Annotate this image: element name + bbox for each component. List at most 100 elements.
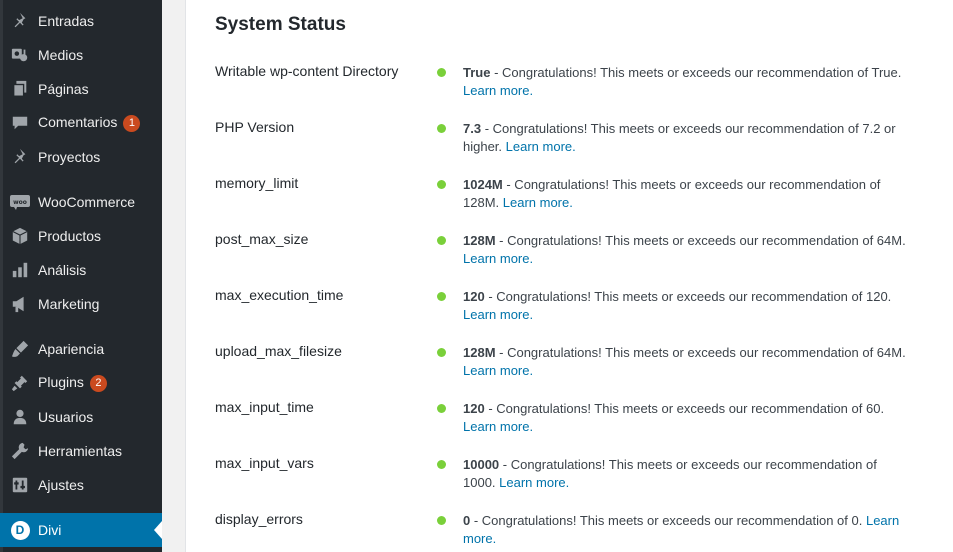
plugin-update-badge: 2	[89, 375, 107, 392]
learn-more-link[interactable]: Learn more.	[503, 195, 573, 210]
status-key: max_input_vars	[215, 455, 314, 471]
learn-more-link[interactable]: Learn more.	[463, 307, 533, 322]
comment-icon	[10, 113, 30, 133]
sidebar-item-proyectos[interactable]: Proyectos	[0, 140, 162, 174]
plug-icon	[10, 373, 30, 393]
status-description: 1024M - Congratulations! This meets or e…	[463, 176, 908, 212]
sidebar-item-label: WooCommerce	[38, 194, 135, 210]
status-message: - Congratulations! This meets or exceeds…	[495, 233, 906, 248]
sidebar-item-label: Páginas	[38, 81, 89, 97]
status-description: 0 - Congratulations! This meets or excee…	[463, 512, 908, 548]
sidebar-item-label: Entradas	[38, 13, 95, 29]
sidebar-item-label: Divi	[38, 522, 62, 538]
pin-icon	[10, 147, 30, 167]
status-key: Writable wp-content Directory	[215, 63, 399, 79]
sidebar-item-productos[interactable]: Productos	[0, 219, 162, 253]
sidebar-item-label: Usuarios	[38, 409, 94, 425]
status-description: 120 - Congratulations! This meets or exc…	[463, 400, 908, 436]
status-key: display_errors	[215, 511, 303, 527]
sidebar-item-label: Medios	[38, 47, 84, 63]
comment-count-badge: 1	[123, 115, 141, 132]
sidebar-item-analisis[interactable]: Análisis	[0, 253, 162, 287]
brush-icon	[10, 339, 30, 359]
learn-more-link[interactable]: Learn more.	[463, 419, 533, 434]
sidebar-item-apariencia[interactable]: Apariencia	[0, 332, 162, 366]
sidebar-item-paginas[interactable]: Páginas	[0, 72, 162, 106]
status-ok-indicator	[437, 292, 446, 301]
svg-text:woo: woo	[13, 199, 27, 206]
sidebar-item-label: Análisis	[38, 262, 87, 278]
status-key: post_max_size	[215, 231, 309, 247]
woo-icon: woo	[10, 192, 30, 212]
learn-more-link[interactable]: Learn more.	[463, 363, 533, 378]
status-ok-indicator	[437, 348, 446, 357]
divi-logo-icon: D	[10, 520, 30, 540]
status-message: - Congratulations! This meets or exceeds…	[495, 345, 906, 360]
sidebar-item-comentarios[interactable]: Comentarios 1	[0, 106, 162, 140]
status-key: PHP Version	[215, 119, 295, 135]
learn-more-link[interactable]: Learn more.	[506, 139, 576, 154]
status-ok-indicator	[437, 236, 446, 245]
status-value: 120	[463, 289, 485, 304]
active-indicator	[154, 521, 162, 539]
status-ok-indicator	[437, 180, 446, 189]
bar-chart-icon	[10, 260, 30, 280]
sidebar-item-label: Apariencia	[38, 341, 105, 357]
status-message: - Congratulations! This meets or exceeds…	[470, 513, 866, 528]
sidebar-item-usuarios[interactable]: Usuarios	[0, 400, 162, 434]
sidebar-item-herramientas[interactable]: Herramientas	[0, 434, 162, 468]
status-message: - Congratulations! This meets or exceeds…	[490, 65, 902, 80]
sidebar-item-label: Ajustes	[38, 477, 84, 493]
sidebar-item-label-wrap: Comentarios 1	[38, 114, 141, 132]
sidebar-item-ajustes[interactable]: Ajustes	[0, 468, 162, 502]
sidebar-item-label: Proyectos	[38, 149, 101, 165]
status-key: upload_max_filesize	[215, 343, 342, 359]
megaphone-icon	[10, 294, 30, 314]
status-message: - Congratulations! This meets or exceeds…	[484, 401, 885, 416]
status-value: 7.3	[463, 121, 482, 136]
status-value: 1024M	[463, 177, 503, 192]
sidebar-item-label: Comentarios	[38, 114, 118, 130]
pages-icon	[10, 79, 30, 99]
status-description: 128M - Congratulations! This meets or ex…	[463, 232, 908, 268]
sidebar-item-marketing[interactable]: Marketing	[0, 287, 162, 321]
wrench-icon	[10, 441, 30, 461]
media-icon	[10, 45, 30, 65]
status-description: 10000 - Congratulations! This meets or e…	[463, 456, 908, 492]
status-value: 128M	[463, 233, 496, 248]
status-ok-indicator	[437, 124, 446, 133]
sidebar-item-label-wrap: Plugins 2	[38, 374, 107, 392]
status-description: 120 - Congratulations! This meets or exc…	[463, 288, 908, 324]
status-key: max_execution_time	[215, 287, 344, 303]
user-icon	[10, 407, 30, 427]
status-ok-indicator	[437, 68, 446, 77]
sidebar-item-woocommerce[interactable]: woo WooCommerce	[0, 185, 162, 219]
sidebar-item-label: Plugins	[38, 374, 84, 390]
status-message: - Congratulations! This meets or exceeds…	[484, 289, 892, 304]
status-description: 7.3 - Congratulations! This meets or exc…	[463, 120, 908, 156]
status-value: 128M	[463, 345, 496, 360]
status-key: max_input_time	[215, 399, 314, 415]
status-value: 10000	[463, 457, 500, 472]
learn-more-link[interactable]: Learn more.	[499, 475, 569, 490]
sidebar-item-divi[interactable]: D Divi	[0, 513, 162, 547]
pin-icon	[10, 11, 30, 31]
status-value: True	[463, 65, 491, 80]
sidebar-item-entradas[interactable]: Entradas	[0, 4, 162, 38]
status-key: memory_limit	[215, 175, 299, 191]
learn-more-link[interactable]: Learn more.	[463, 251, 533, 266]
learn-more-link[interactable]: Learn more.	[463, 83, 533, 98]
status-ok-indicator	[437, 516, 446, 525]
box-icon	[10, 226, 30, 246]
status-description: True - Congratulations! This meets or ex…	[463, 64, 908, 100]
page-title: System Status	[215, 14, 346, 35]
sidebar-item-label: Marketing	[38, 296, 100, 312]
status-ok-indicator	[437, 460, 446, 469]
sidebar-item-plugins[interactable]: Plugins 2	[0, 366, 162, 400]
admin-sidebar: Entradas Medios Páginas Comentarios 1 Pro…	[0, 0, 162, 552]
sidebar-item-medios[interactable]: Medios	[0, 38, 162, 72]
status-description: 128M - Congratulations! This meets or ex…	[463, 344, 908, 380]
sidebar-item-label: Herramientas	[38, 443, 123, 459]
status-value: 120	[463, 401, 485, 416]
status-ok-indicator	[437, 404, 446, 413]
